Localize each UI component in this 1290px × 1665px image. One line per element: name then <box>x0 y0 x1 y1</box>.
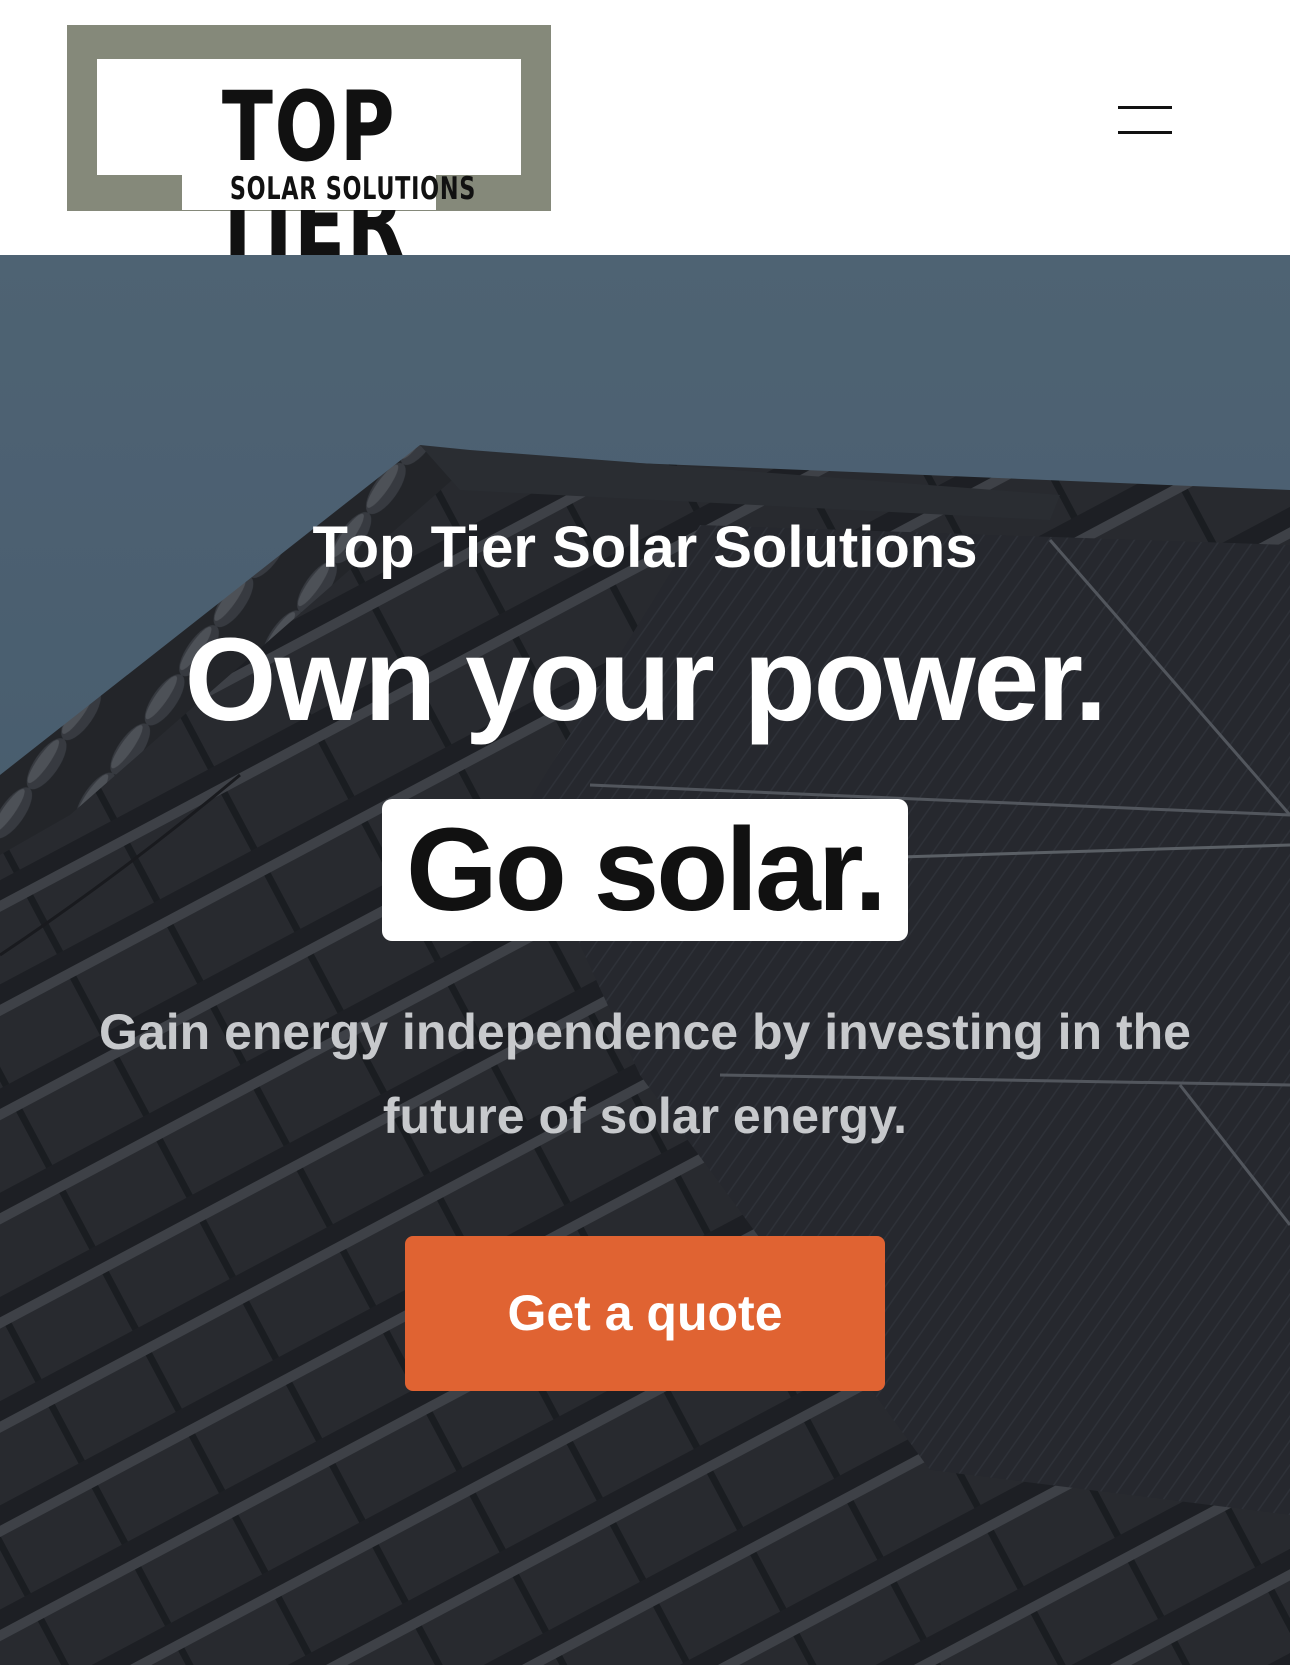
hero-section: Top Tier Solar Solutions Own your power.… <box>0 255 1290 1665</box>
logo-tagline: SOLAR SOLUTIONS <box>182 168 475 210</box>
logo-tagline-text: SOLAR SOLUTIONS <box>229 171 477 207</box>
menu-bar-top <box>1118 106 1172 109</box>
hero-kicker: Top Tier Solar Solutions <box>312 515 978 580</box>
site-header: TOP TIER SOLAR SOLUTIONS <box>0 0 1290 271</box>
hero-highlight-row: Go solar. <box>0 799 1290 941</box>
hero-subtitle: Gain energy independence by investing in… <box>99 1004 1191 1144</box>
get-a-quote-button[interactable]: Get a quote <box>405 1236 885 1391</box>
hero-title: Own your power. <box>184 614 1108 746</box>
hero-highlight: Go solar. <box>382 799 908 941</box>
hamburger-menu-icon[interactable] <box>1110 95 1180 145</box>
logo-inner-panel: TOP TIER <box>97 59 521 271</box>
hero-overlay <box>0 255 1290 1665</box>
brand-logo[interactable]: TOP TIER SOLAR SOLUTIONS <box>67 25 551 271</box>
menu-bar-bottom <box>1118 131 1172 134</box>
